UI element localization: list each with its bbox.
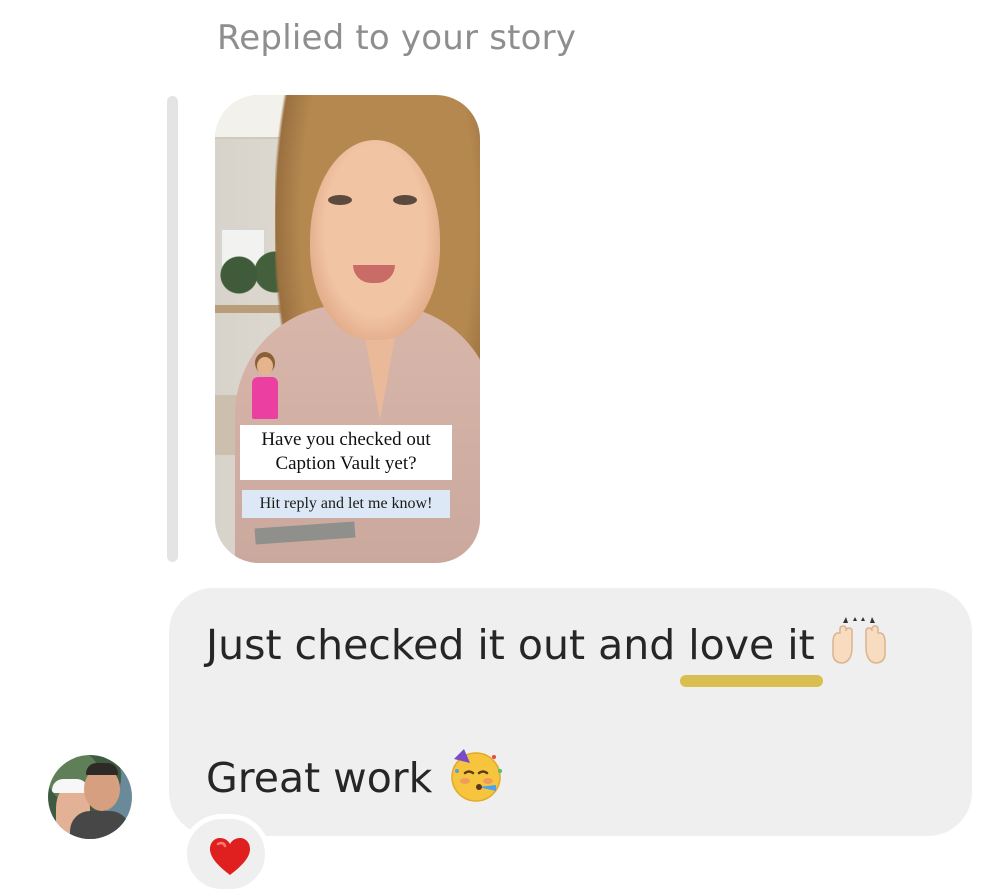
story-caption-box: Have you checked out Caption Vault yet? [240, 425, 452, 480]
story-caption-line: Have you checked out [261, 429, 431, 450]
avatar-shirt [70, 811, 130, 839]
highlight-underline [680, 675, 823, 687]
message-line: Great work [206, 749, 504, 809]
sender-avatar[interactable] [48, 755, 132, 839]
message-reaction[interactable] [182, 814, 270, 894]
sticker-head [257, 357, 273, 375]
sticker-pink-dress [252, 377, 278, 419]
message-text: Great work [206, 754, 433, 802]
avatar-cap [52, 779, 88, 793]
highlighted-phrase: love it [680, 621, 823, 687]
story-person-eye [328, 195, 352, 205]
message-text: Just checked it out and [206, 621, 689, 669]
story-sticker-person [247, 357, 283, 423]
partying-face-emoji-icon [448, 747, 504, 803]
red-heart-icon [209, 837, 251, 877]
raising-hands-emoji-icon [829, 617, 889, 667]
avatar-hair [86, 763, 118, 775]
story-prompt-box: Hit reply and let me know! [242, 490, 450, 518]
highlighted-text: love it [688, 621, 815, 669]
story-reply-label: Replied to your story [217, 18, 577, 58]
story-person-face [310, 140, 440, 340]
story-preview-card[interactable]: Have you checked out Caption Vault yet? … [215, 95, 480, 563]
quote-bar [167, 96, 178, 562]
message-bubble[interactable]: Just checked it out and love it Great wo… [169, 588, 972, 836]
message-line: Just checked it out and love it [206, 617, 889, 687]
story-caption-line: Caption Vault yet? [275, 453, 417, 474]
story-person-eye [393, 195, 417, 205]
